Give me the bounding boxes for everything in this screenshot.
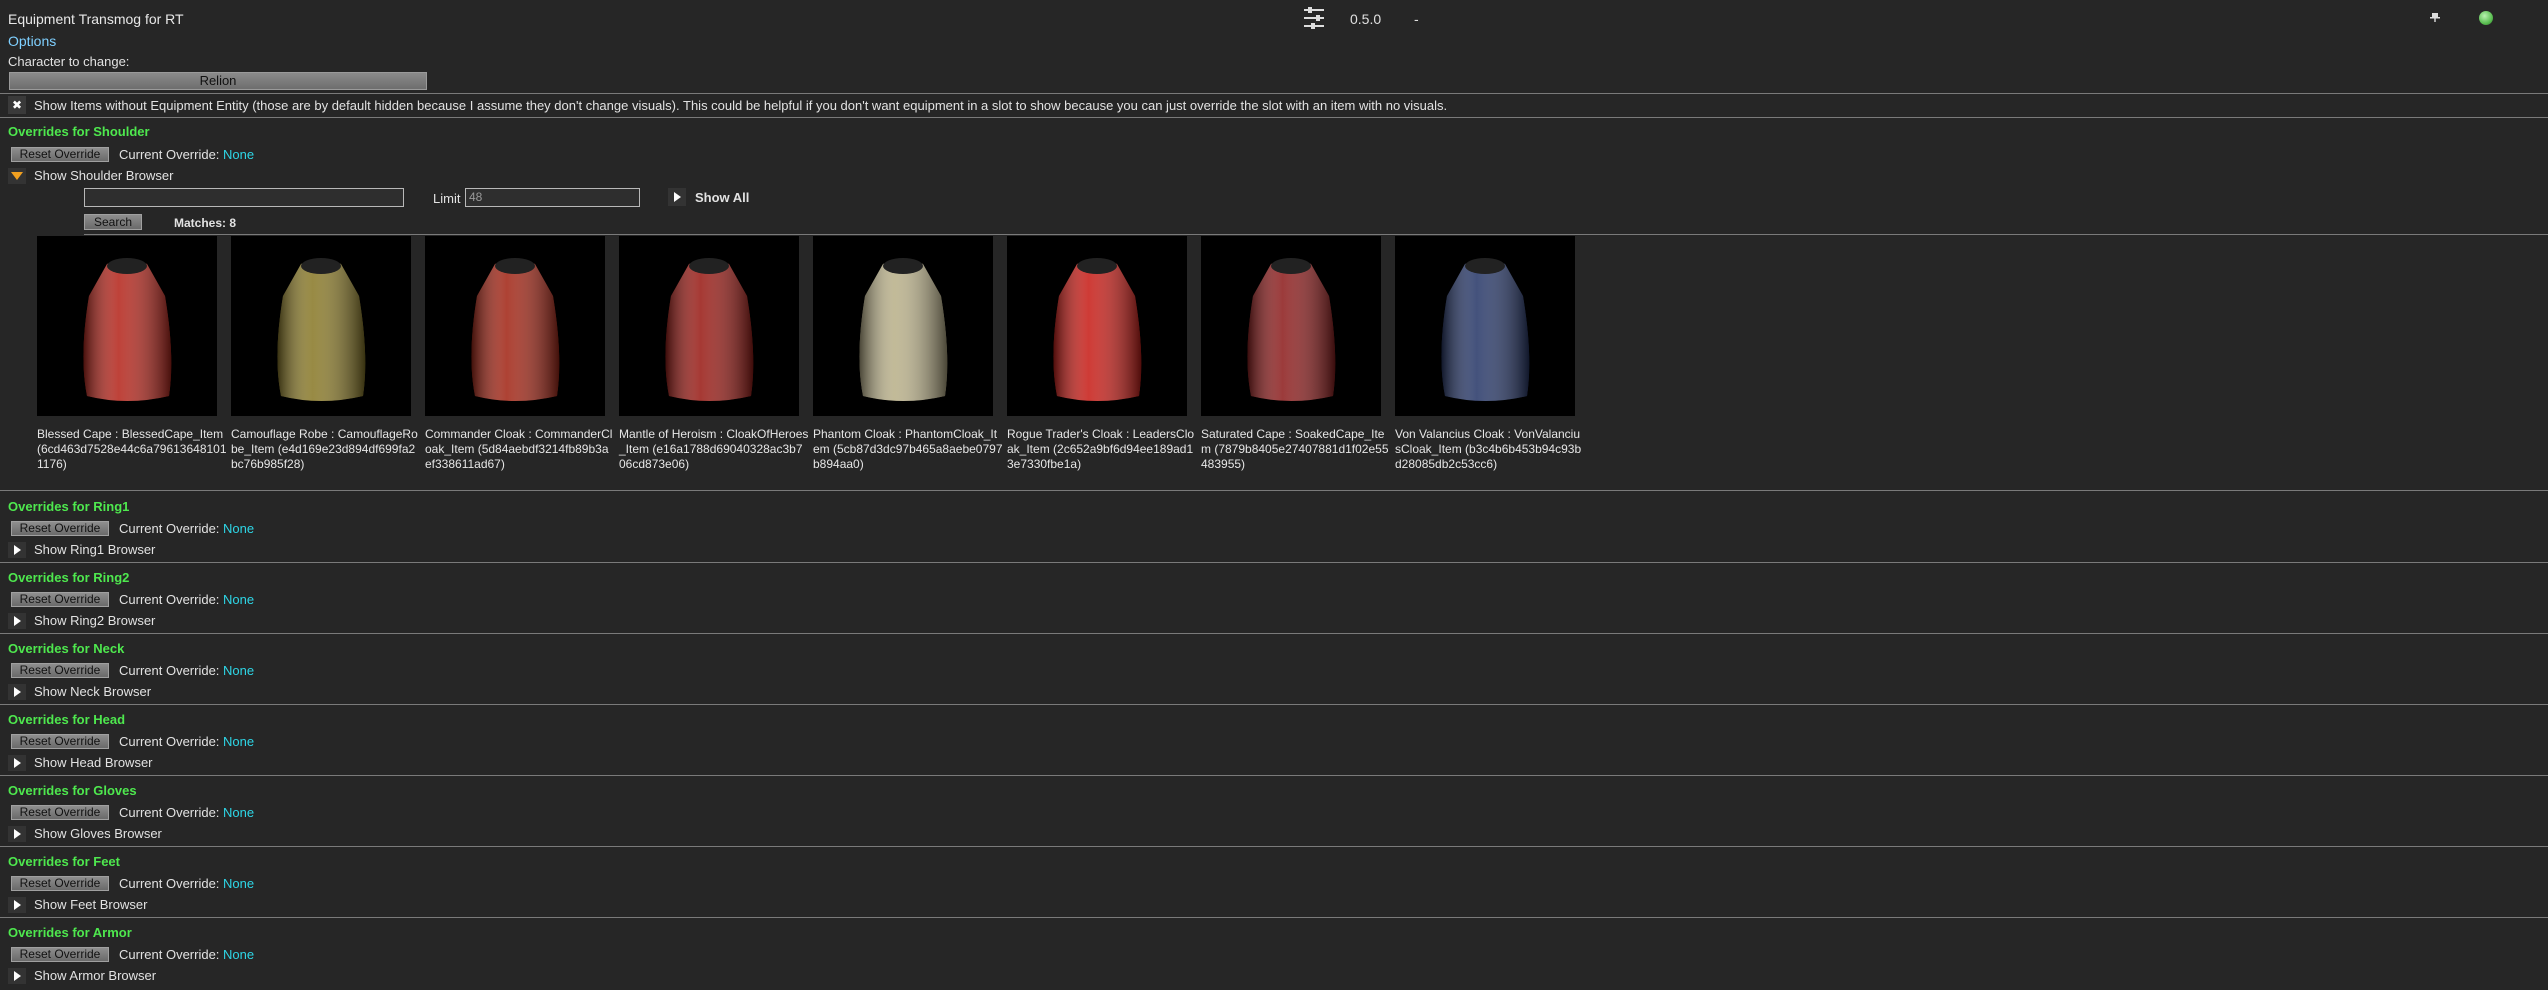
cloak-icon[interactable] — [425, 236, 605, 416]
expand-arrow-down-icon[interactable] — [8, 168, 26, 184]
expand-arrow-right-icon[interactable] — [8, 684, 26, 700]
show-ring2-browser-label[interactable]: Show Ring2 Browser — [34, 613, 155, 628]
character-label: Character to change: — [8, 54, 130, 69]
divider — [0, 633, 2548, 634]
expand-arrow-right-icon[interactable] — [8, 613, 26, 629]
item-label: Mantle of Heroism : CloakOfHeroes_Item (… — [619, 427, 809, 471]
current-override-ring2: Current Override: None — [119, 592, 255, 607]
cape-icon[interactable] — [37, 236, 217, 416]
item-label: Blessed Cape : BlessedCape_Item (6cd463d… — [37, 427, 227, 471]
divider — [0, 562, 2548, 563]
item-card[interactable]: Commander Cloak : CommanderCloak_Item (5… — [425, 236, 612, 472]
item-card[interactable]: Phantom Cloak : PhantomCloak_Item (5cb87… — [813, 236, 1003, 472]
item-label: Von Valancius Cloak : VonValanciusCloak_… — [1395, 427, 1582, 471]
show-items-label: Show Items without Equipment Entity (tho… — [34, 97, 1448, 113]
divider — [84, 234, 2548, 235]
current-override-neck: Current Override: None — [119, 663, 255, 678]
cape-icon[interactable] — [1201, 236, 1381, 416]
section-title-neck: Overrides for Neck — [8, 641, 125, 656]
show-gloves-browser-label[interactable]: Show Gloves Browser — [34, 826, 162, 841]
show-all-toggle[interactable]: Show All — [668, 188, 749, 206]
status-dot-icon[interactable] — [2479, 11, 2493, 25]
reset-override-button-armor[interactable]: Reset Override — [11, 947, 109, 962]
expand-arrow-right-icon[interactable] — [8, 542, 26, 558]
divider — [0, 846, 2548, 847]
reset-override-button-head[interactable]: Reset Override — [11, 734, 109, 749]
item-label: Phantom Cloak : PhantomCloak_Item (5cb87… — [813, 427, 1003, 471]
section-title-ring1: Overrides for Ring1 — [8, 499, 130, 514]
current-override-gloves: Current Override: None — [119, 805, 255, 820]
search-input[interactable] — [84, 188, 404, 207]
search-button[interactable]: Search — [84, 214, 142, 230]
item-card[interactable]: Mantle of Heroism : CloakOfHeroes_Item (… — [619, 236, 808, 472]
section-title-feet: Overrides for Feet — [8, 854, 120, 869]
reset-override-button-ring1[interactable]: Reset Override — [11, 521, 109, 536]
limit-label: Limit — [433, 191, 461, 206]
show-armor-browser-label[interactable]: Show Armor Browser — [34, 968, 156, 983]
reset-override-button-neck[interactable]: Reset Override — [11, 663, 109, 678]
section-title-head: Overrides for Head — [8, 712, 126, 727]
show-all-label: Show All — [695, 189, 750, 205]
section-title-gloves: Overrides for Gloves — [8, 783, 137, 798]
reset-override-button-ring2[interactable]: Reset Override — [11, 592, 109, 607]
version-label: 0.5.0 — [1350, 11, 1382, 27]
title-bar: Equipment Transmog for RT 0.5.0 - — [0, 0, 2548, 38]
item-card[interactable]: Blessed Cape : BlessedCape_Item (6cd463d… — [37, 236, 227, 472]
current-override-head: Current Override: None — [119, 734, 255, 749]
cloak-icon[interactable] — [1007, 236, 1187, 416]
character-select-button[interactable]: Relion — [9, 72, 427, 90]
current-override-ring1: Current Override: None — [119, 521, 255, 536]
expand-arrow-right-icon[interactable] — [8, 897, 26, 913]
section-title-ring2: Overrides for Ring2 — [8, 570, 130, 585]
divider — [0, 490, 2548, 491]
show-items-toggle[interactable]: ✖ Show Items without Equipment Entity (t… — [8, 96, 1447, 114]
divider — [0, 917, 2548, 918]
expand-arrow-right-icon[interactable] — [8, 755, 26, 771]
item-card[interactable]: Camouflage Robe : CamouflageRobe_Item (e… — [231, 236, 418, 472]
checkbox-checked-icon[interactable]: ✖ — [8, 96, 26, 114]
reset-override-button-gloves[interactable]: Reset Override — [11, 805, 109, 820]
divider — [0, 704, 2548, 705]
status-dash: - — [1414, 11, 1419, 27]
divider — [0, 93, 2548, 94]
show-ring1-browser-label[interactable]: Show Ring1 Browser — [34, 542, 155, 557]
pin-icon[interactable] — [2430, 12, 2440, 22]
divider — [0, 775, 2548, 776]
section-title-armor: Overrides for Armor — [8, 925, 132, 940]
cloak-icon[interactable] — [1395, 236, 1575, 416]
item-label: Commander Cloak : CommanderCloak_Item (5… — [425, 427, 613, 471]
item-card[interactable]: Saturated Cape : SoakedCape_Item (7879b8… — [1201, 236, 1389, 472]
section-title-shoulder: Overrides for Shoulder — [8, 124, 150, 139]
options-label: Options — [8, 33, 57, 49]
item-label: Saturated Cape : SoakedCape_Item (7879b8… — [1201, 427, 1389, 471]
cloak-icon[interactable] — [813, 236, 993, 416]
show-head-browser-label[interactable]: Show Head Browser — [34, 755, 153, 770]
sliders-icon[interactable] — [1302, 5, 1326, 31]
matches-count: Matches: 8 — [174, 216, 237, 230]
divider — [0, 117, 2548, 118]
current-override-armor: Current Override: None — [119, 947, 255, 962]
show-neck-browser-label[interactable]: Show Neck Browser — [34, 684, 151, 699]
reset-override-button-shoulder[interactable]: Reset Override — [11, 147, 109, 162]
window-title: Equipment Transmog for RT — [8, 11, 184, 27]
item-card[interactable]: Von Valancius Cloak : VonValanciusCloak_… — [1395, 236, 1581, 472]
show-feet-browser-label[interactable]: Show Feet Browser — [34, 897, 147, 912]
reset-override-button-feet[interactable]: Reset Override — [11, 876, 109, 891]
expand-arrow-right-icon[interactable] — [8, 826, 26, 842]
item-label: Camouflage Robe : CamouflageRobe_Item (e… — [231, 427, 418, 471]
show-shoulder-browser-label[interactable]: Show Shoulder Browser — [34, 168, 173, 183]
robe-icon[interactable] — [231, 236, 411, 416]
item-label: Rogue Trader's Cloak : LeadersCloak_Item… — [1007, 427, 1195, 471]
current-override-shoulder: Current Override: None — [119, 147, 255, 162]
current-override-feet: Current Override: None — [119, 876, 255, 891]
expand-arrow-right-icon[interactable] — [8, 968, 26, 984]
mantle-icon[interactable] — [619, 236, 799, 416]
play-arrow-icon[interactable] — [668, 188, 686, 206]
limit-input[interactable]: 48 — [465, 188, 640, 207]
item-card[interactable]: Rogue Trader's Cloak : LeadersCloak_Item… — [1007, 236, 1194, 472]
